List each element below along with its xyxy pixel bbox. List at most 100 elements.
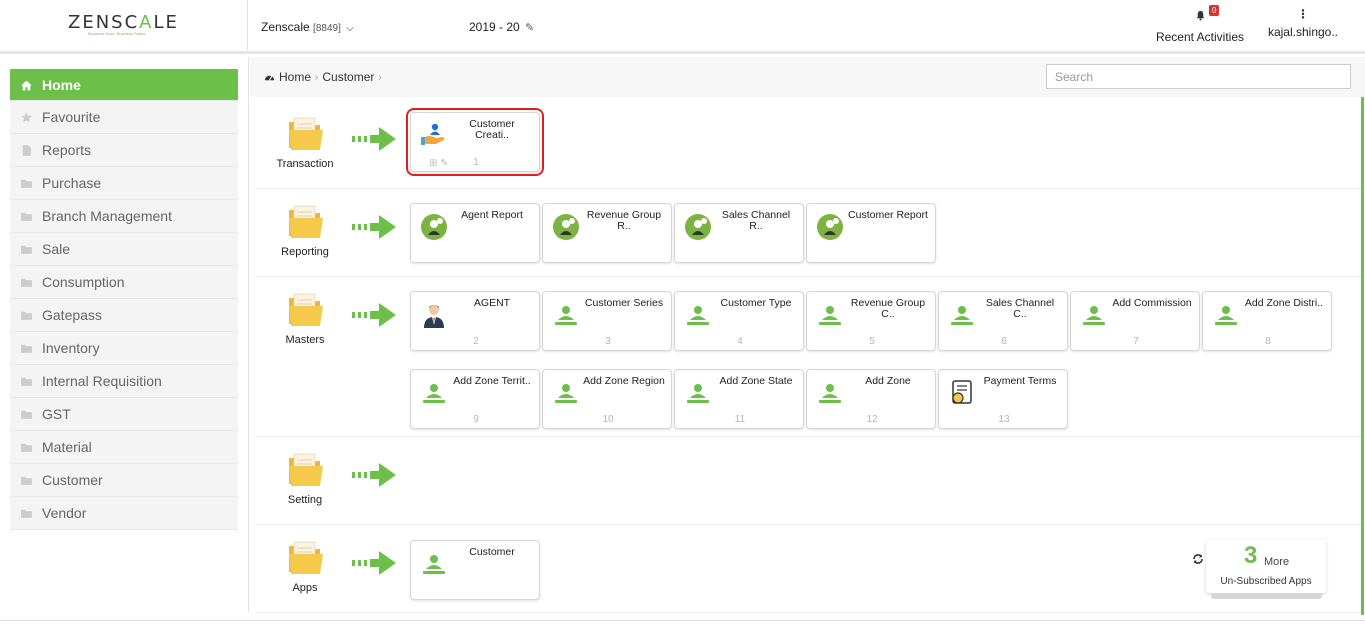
sidebar-item-label: GST [42, 406, 71, 422]
dashboard-icon [264, 75, 275, 81]
section-label: Masters [285, 334, 325, 346]
tile-payment-terms[interactable]: Payment Terms 13 [938, 369, 1068, 429]
user-name: kajal.shingo.. [1267, 25, 1339, 39]
user-menu[interactable]: ⋮ kajal.shingo.. [1262, 7, 1344, 40]
tile-number: 9 [473, 414, 479, 425]
breadcrumb-home[interactable]: Home [279, 70, 311, 84]
sidebar: Home Favourite Reports Purchase Branch Manag… [0, 57, 249, 612]
tile-title: Customer Type [720, 297, 792, 309]
sidebar-item-label: Purchase [42, 175, 102, 191]
user-green-icon [420, 550, 448, 578]
tile-title: Customer Series [584, 297, 664, 309]
bottom-divider [0, 620, 1365, 621]
tile-customer-report[interactable]: Customer Report [806, 203, 936, 263]
tile-revenue-group-r[interactable]: Revenue Group R.. [542, 203, 672, 263]
user-green-icon [420, 379, 448, 407]
breadcrumb-current[interactable]: Customer [322, 70, 374, 84]
kebab-menu-icon: ⋮ [1297, 7, 1309, 21]
scroll-rail[interactable] [1361, 97, 1364, 615]
tile-number: 2 [473, 336, 479, 347]
sidebar-item-material[interactable]: Material [10, 431, 238, 464]
sidebar-item-home[interactable]: Home [10, 69, 238, 101]
bell-icon [1195, 8, 1205, 21]
sidebar-item-label: Gatepass [42, 307, 102, 323]
tile-add-commission[interactable]: Add Commission 7 [1070, 291, 1200, 351]
sidebar-item-label: Internal Requisition [42, 373, 162, 389]
tile-customer-series[interactable]: Customer Series 3 [542, 291, 672, 351]
folder-icon [20, 342, 33, 354]
tile-sales-channel-c[interactable]: Sales Channel C.. 6 [938, 291, 1068, 351]
tile-add-zone[interactable]: Add Zone 12 [806, 369, 936, 429]
financial-year[interactable]: 2019 - 20 ✎ [469, 20, 534, 34]
sidebar-item-customer[interactable]: Customer [10, 464, 238, 497]
user-green-icon [552, 301, 580, 329]
tile-number: 13 [998, 414, 1010, 425]
tile-customer-type[interactable]: Customer Type 4 [674, 291, 804, 351]
refresh-icon[interactable] [1192, 553, 1204, 565]
search-input[interactable] [1046, 64, 1351, 89]
tile-agent-report[interactable]: Agent Report [410, 203, 540, 263]
tile-number: 3 [605, 336, 611, 347]
recent-activities-button[interactable]: Recent Activities [1150, 8, 1250, 44]
breadcrumb-separator-icon: › [315, 71, 319, 83]
sidebar-item-purchase[interactable]: Purchase [10, 167, 238, 200]
sidebar-item-branch-management[interactable]: Branch Management [10, 200, 238, 233]
arrow-right-icon [352, 215, 400, 239]
sidebar-item-label: Consumption [42, 274, 125, 290]
notification-badge: 0 [1209, 5, 1220, 16]
folder-icon[interactable] [287, 451, 325, 489]
edit-icon[interactable]: ✎ [525, 22, 534, 34]
tile-number: 10 [602, 414, 614, 425]
folder-icon[interactable] [287, 539, 325, 577]
sidebar-item-gatepass[interactable]: Gatepass [10, 299, 238, 332]
tile-customer[interactable]: Customer [410, 540, 540, 600]
sidebar-item-label: Reports [42, 142, 92, 158]
company-selector[interactable]: Zenscale [8849] ⌵ [261, 20, 354, 34]
more-subtitle: Un-Subscribed Apps [1220, 576, 1312, 587]
folder-icon[interactable] [287, 115, 325, 153]
sidebar-item-gst[interactable]: GST [10, 398, 238, 431]
sidebar-item-sale[interactable]: Sale [10, 233, 238, 266]
section-reporting: Reporting Agent Report Revenue Group R.. Sa… [256, 189, 1361, 277]
user-green-icon [552, 379, 580, 407]
tile-title: Sales Channel R.. [721, 209, 791, 232]
section-apps: Apps Customer [256, 525, 1361, 613]
section-label: Apps [292, 582, 318, 594]
folder-icon[interactable] [287, 203, 325, 241]
tile-add-zone-distri[interactable]: Add Zone Distri.. 8 [1202, 291, 1332, 351]
sidebar-item-reports[interactable]: Reports [10, 134, 238, 167]
user-green-icon [948, 301, 976, 329]
sidebar-item-label: Vendor [42, 505, 87, 521]
tile-title: Add Commission [1112, 297, 1192, 309]
folder-icon [20, 210, 33, 222]
tile-number: 4 [737, 336, 743, 347]
tile-revenue-group-c[interactable]: Revenue Group C.. 5 [806, 291, 936, 351]
sidebar-item-favourite[interactable]: Favourite [10, 101, 238, 134]
folder-icon [20, 243, 33, 255]
sidebar-item-inventory[interactable]: Inventory [10, 332, 238, 365]
user-green-icon [816, 379, 844, 407]
tile-add-zone-territ[interactable]: Add Zone Territ.. 9 [410, 369, 540, 429]
tile-title: Customer Creati.. [469, 118, 515, 141]
sidebar-item-vendor[interactable]: Vendor [10, 497, 238, 530]
breadcrumb-separator-icon: › [378, 71, 382, 83]
sidebar-item-label: Material [42, 439, 92, 455]
report-icon [684, 213, 712, 241]
arrow-right-icon [352, 303, 400, 327]
tile-title: AGENT [473, 297, 511, 309]
tile-add-zone-state[interactable]: Add Zone State 11 [674, 369, 804, 429]
brand-logo[interactable]: ZENSCALE Business Ease. Business Peace. [0, 0, 248, 54]
sidebar-item-consumption[interactable]: Consumption [10, 266, 238, 299]
tile-title: Payment Terms [983, 375, 1057, 387]
tile-sales-channel-r[interactable]: Sales Channel R.. [674, 203, 804, 263]
tile-add-zone-region[interactable]: Add Zone Region 10 [542, 369, 672, 429]
folder-icon[interactable] [287, 291, 325, 329]
tile-customer-creati[interactable]: Customer Creati.. ⊞ ✎ 1 [406, 108, 544, 176]
tile-agent[interactable]: AGENT 2 [410, 291, 540, 351]
unsubscribed-apps-card[interactable]: 3 More Un-Subscribed Apps [1206, 540, 1326, 593]
folder-icon [20, 375, 33, 387]
tile-number: 1 [473, 157, 479, 168]
sidebar-item-internal-requisition[interactable]: Internal Requisition [10, 365, 238, 398]
sidebar-item-label: Favourite [42, 109, 101, 125]
tile-title: Add Zone Region [583, 375, 665, 387]
